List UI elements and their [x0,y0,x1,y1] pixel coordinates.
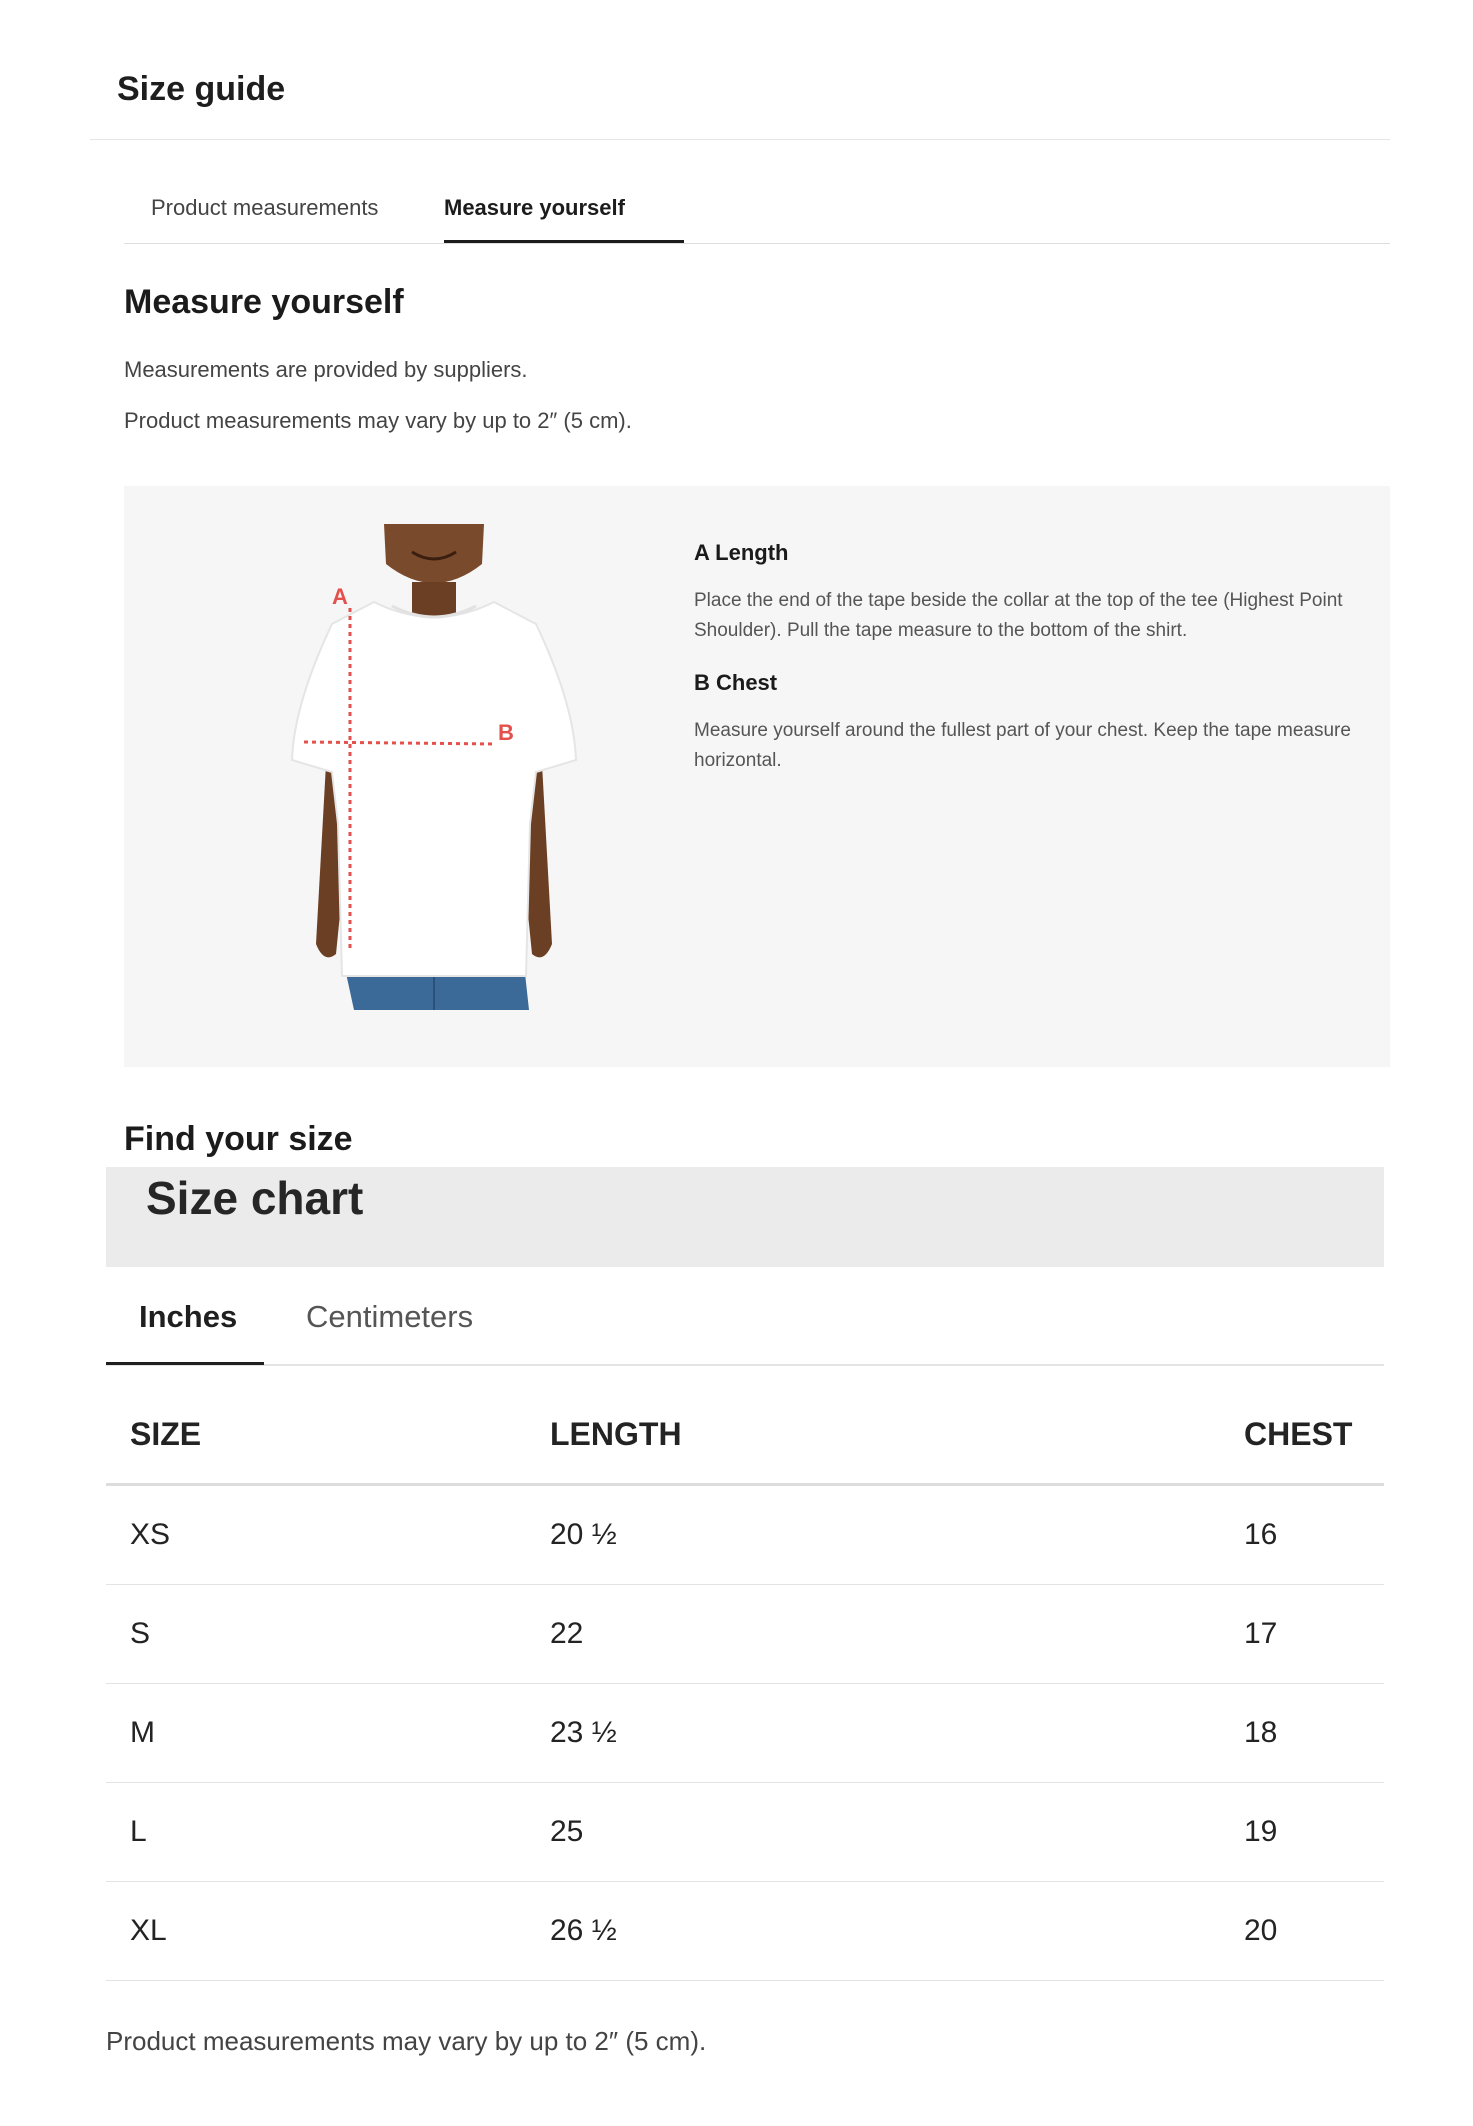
length-cell: 20 ½ [550,1484,1244,1585]
chest-cell: 18 [1244,1683,1384,1783]
tab-measure-yourself[interactable]: Measure yourself [444,195,625,221]
chest-instruction: B Chest Measure yourself around the full… [694,670,1384,776]
table-header-row: SIZE LENGTH CHEST [106,1385,1384,1486]
size-guide-title: Size guide [117,70,286,108]
col-chest-header: CHEST [1244,1385,1384,1486]
col-size-header: SIZE [106,1385,550,1486]
length-cell: 22 [550,1584,1244,1684]
size-cell: M [106,1683,550,1783]
table-row: M 23 ½ 18 [106,1683,1384,1783]
active-tab-indicator [444,240,684,243]
find-your-size-heading: Find your size [124,1120,353,1158]
table-row: S 22 17 [106,1584,1384,1684]
measurement-panel: A B A Length Place the end of the tape b… [124,486,1390,1067]
table-row: L 25 19 [106,1782,1384,1882]
size-cell: XS [106,1484,550,1585]
chest-instruction-title: B Chest [694,670,778,695]
length-instruction: A Length Place the end of the tape besid… [694,540,1384,646]
title-divider [90,139,1390,140]
chest-cell: 19 [1244,1782,1384,1882]
size-chart-header: Size chart [106,1167,1384,1267]
size-cell: S [106,1584,550,1684]
size-chart-title: Size chart [146,1172,364,1224]
length-cell: 25 [550,1782,1244,1882]
length-cell: 26 ½ [550,1881,1244,1981]
tab-centimeters[interactable]: Centimeters [306,1299,473,1335]
active-unit-indicator [106,1362,264,1365]
length-instruction-title: A Length [694,540,789,565]
supplier-note: Measurements are provided by suppliers. [124,357,528,382]
tshirt-model-figure: A B [290,524,578,1010]
guide-tab-bar: Product measurements Measure yourself [124,181,1390,244]
tab-inches[interactable]: Inches [139,1299,237,1335]
chest-cell: 17 [1244,1584,1384,1684]
length-instruction-text: Place the end of the tape beside the col… [694,590,1343,641]
variance-note: Product measurements may vary by up to 2… [124,408,632,433]
unit-tab-bar: Inches Centimeters [106,1267,1384,1366]
chest-cell: 20 [1244,1881,1384,1981]
table-row: XL 26 ½ 20 [106,1881,1384,1981]
size-chart-footnote: Product measurements may vary by up to 2… [106,2026,707,2056]
table-row: XS 20 ½ 16 [106,1484,1384,1585]
size-table: SIZE LENGTH CHEST XS 20 ½ 16 S 22 17 M 2… [106,1385,1384,1981]
size-cell: L [106,1782,550,1882]
chest-instruction-text: Measure yourself around the fullest part… [694,720,1351,771]
tab-product-measurements[interactable]: Product measurements [151,195,378,221]
chest-cell: 16 [1244,1484,1384,1585]
col-length-header: LENGTH [550,1385,1244,1486]
marker-b: B [498,720,514,745]
size-cell: XL [106,1881,550,1981]
marker-a: A [332,584,348,609]
length-cell: 23 ½ [550,1683,1244,1783]
measure-yourself-heading: Measure yourself [124,283,404,321]
